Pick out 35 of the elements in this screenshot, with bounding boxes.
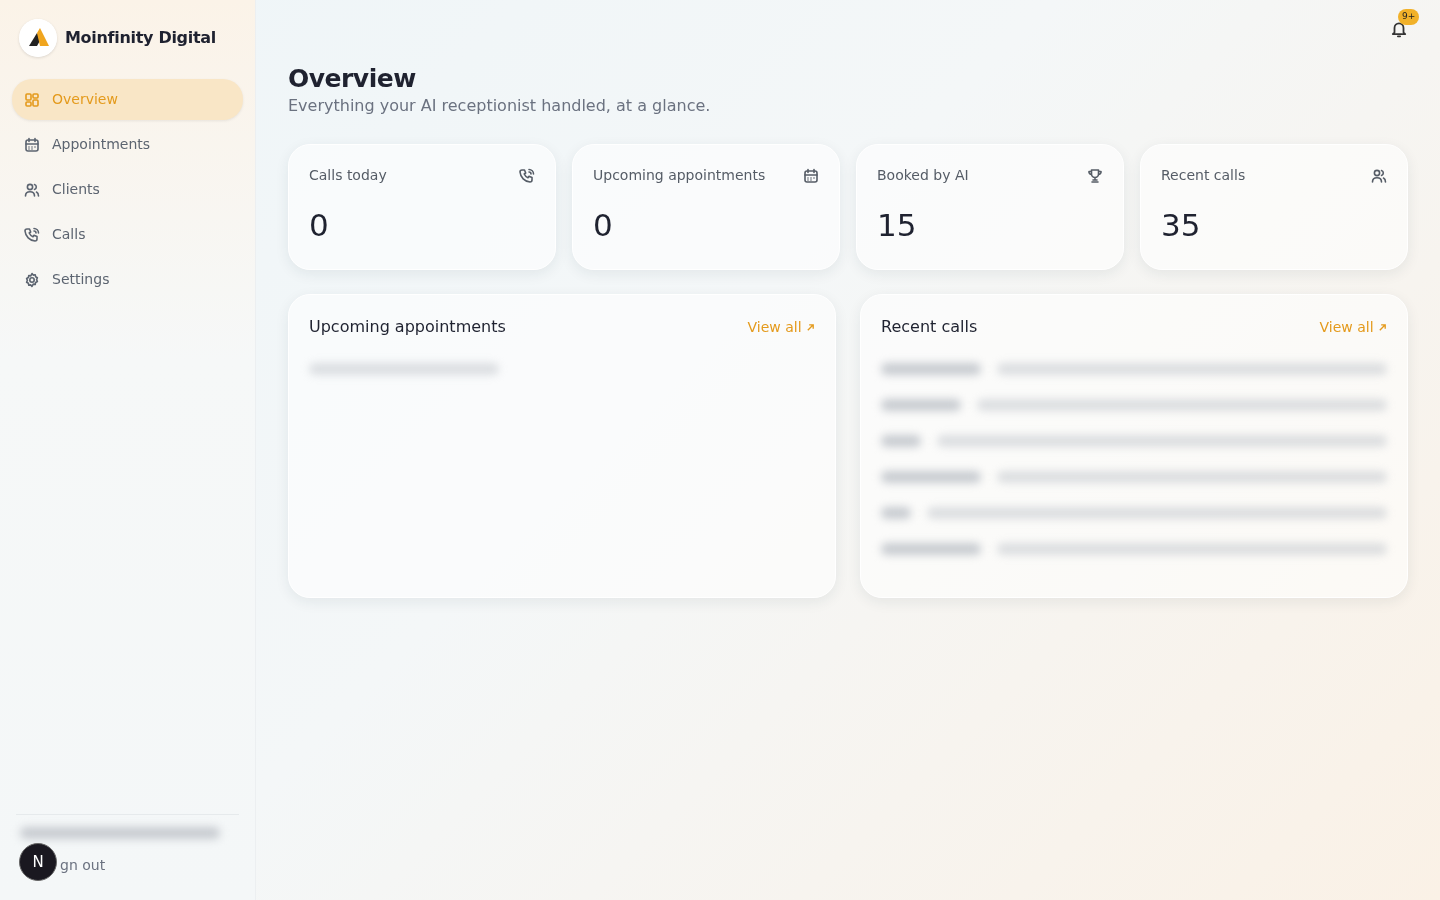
brand-name: Moinfinity Digital <box>65 27 216 49</box>
settings-icon <box>24 271 40 288</box>
page-title: Overview <box>288 64 417 94</box>
sign-out-link[interactable]: gn out <box>60 857 106 873</box>
notification-badge: 9+ <box>1398 9 1420 25</box>
blurred-text <box>881 507 911 519</box>
stat-label: Upcoming appointments <box>593 166 766 185</box>
users-icon <box>1371 168 1387 184</box>
arrow-icon <box>806 323 815 332</box>
panel-title: Recent calls <box>881 316 978 338</box>
phone-icon <box>519 168 535 184</box>
phone-icon <box>24 226 40 243</box>
sidebar-item[interactable]: Calls <box>12 214 243 255</box>
calendar-icon <box>24 136 40 153</box>
stat-label: Booked by AI <box>877 166 969 185</box>
calendar-icon <box>803 168 819 184</box>
arrow-icon <box>1378 323 1387 332</box>
stat-label: Recent calls <box>1161 166 1246 185</box>
stat-value: 15 <box>877 206 918 245</box>
sidebar-item[interactable]: Settings <box>12 259 243 300</box>
users-icon <box>24 181 40 198</box>
grid-icon <box>24 91 40 108</box>
trophy-icon <box>1087 168 1103 184</box>
dev-badge[interactable]: N <box>19 843 57 881</box>
logo-icon <box>19 19 57 57</box>
stat-value: 0 <box>309 206 330 245</box>
page-subtitle: Everything your AI receptionist handled, at a glance. <box>288 95 712 117</box>
stat-value: 0 <box>593 206 614 245</box>
stat-label: Calls today <box>309 166 387 185</box>
stat-value: 35 <box>1161 206 1202 245</box>
sidebar-item[interactable]: Appointments <box>12 124 243 165</box>
sidebar-item[interactable]: Clients <box>12 169 243 210</box>
panel-title: Upcoming appointments <box>309 316 506 338</box>
blurred-text <box>881 435 921 447</box>
bell-icon[interactable] <box>1390 20 1408 38</box>
